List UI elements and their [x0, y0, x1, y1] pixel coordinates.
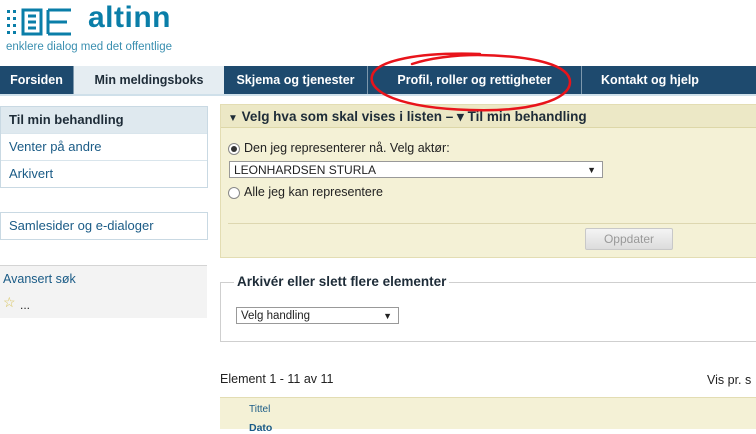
tab-kontakt-og-hjelp[interactable]: Kontakt og hjelp — [582, 66, 718, 94]
panel-divider — [228, 223, 756, 224]
tab-forsiden[interactable]: Forsiden — [0, 66, 73, 94]
favorites-more[interactable]: ... — [20, 298, 30, 312]
actor-select[interactable]: LEONHARDSEN STURLA ▼ — [229, 161, 603, 178]
star-icon[interactable]: ☆ — [3, 294, 16, 311]
element-count: Element 1 - 11 av 11 — [220, 372, 334, 386]
filter-panel: ▼ Velg hva som skal vises i listen – ▾ T… — [220, 104, 756, 258]
sidebar-main-menu: Til min behandling Venter på andre Arkiv… — [0, 106, 208, 188]
brand-tagline: enklere dialog med det offentlige — [6, 41, 173, 53]
sidebar-search-box: Avansert søk ☆ ... — [0, 265, 207, 318]
column-title-header[interactable]: Tittel — [249, 404, 270, 415]
brand-name: altinn — [88, 1, 171, 34]
tab-min-meldingsboks[interactable]: Min meldingsboks — [74, 66, 224, 94]
list-header — [220, 397, 756, 429]
sidebar-item-venter-pa-andre[interactable]: Venter på andre — [1, 134, 207, 161]
option-all-label: Alle jeg kan representere — [244, 185, 383, 199]
dropdown-arrow-icon: ▼ — [587, 165, 596, 175]
collapse-arrow-icon[interactable]: ▼ — [228, 113, 238, 124]
red-annotation-circle — [370, 52, 572, 112]
altinn-logo-icon — [7, 8, 71, 36]
sidebar-item-samlesider[interactable]: Samlesider og e-dialoger — [1, 213, 207, 239]
advanced-search-link[interactable]: Avansert søk — [3, 272, 76, 286]
sidebar-item-arkivert[interactable]: Arkivert — [1, 161, 207, 187]
archive-legend: Arkivér eller slett flere elementer — [234, 274, 450, 289]
radio-all-represent[interactable] — [228, 187, 240, 199]
column-date-header[interactable]: Dato — [249, 422, 272, 434]
option-represent-label: Den jeg representerer nå. Velg aktør: — [244, 141, 450, 155]
update-button[interactable]: Oppdater — [585, 228, 673, 250]
tab-skjema-og-tjenester[interactable]: Skjema og tjenester — [224, 66, 367, 94]
action-select-value: Velg handling — [241, 310, 311, 322]
dropdown-arrow-icon: ▼ — [383, 311, 392, 321]
actor-select-value: LEONHARDSEN STURLA — [234, 163, 377, 177]
radio-represent-now[interactable] — [228, 143, 240, 155]
action-select[interactable]: Velg handling ▼ — [236, 307, 399, 324]
sidebar-secondary-menu: Samlesider og e-dialoger — [0, 212, 208, 240]
per-page-label: Vis pr. s — [707, 373, 752, 387]
sidebar-item-til-min-behandling[interactable]: Til min behandling — [1, 107, 207, 134]
